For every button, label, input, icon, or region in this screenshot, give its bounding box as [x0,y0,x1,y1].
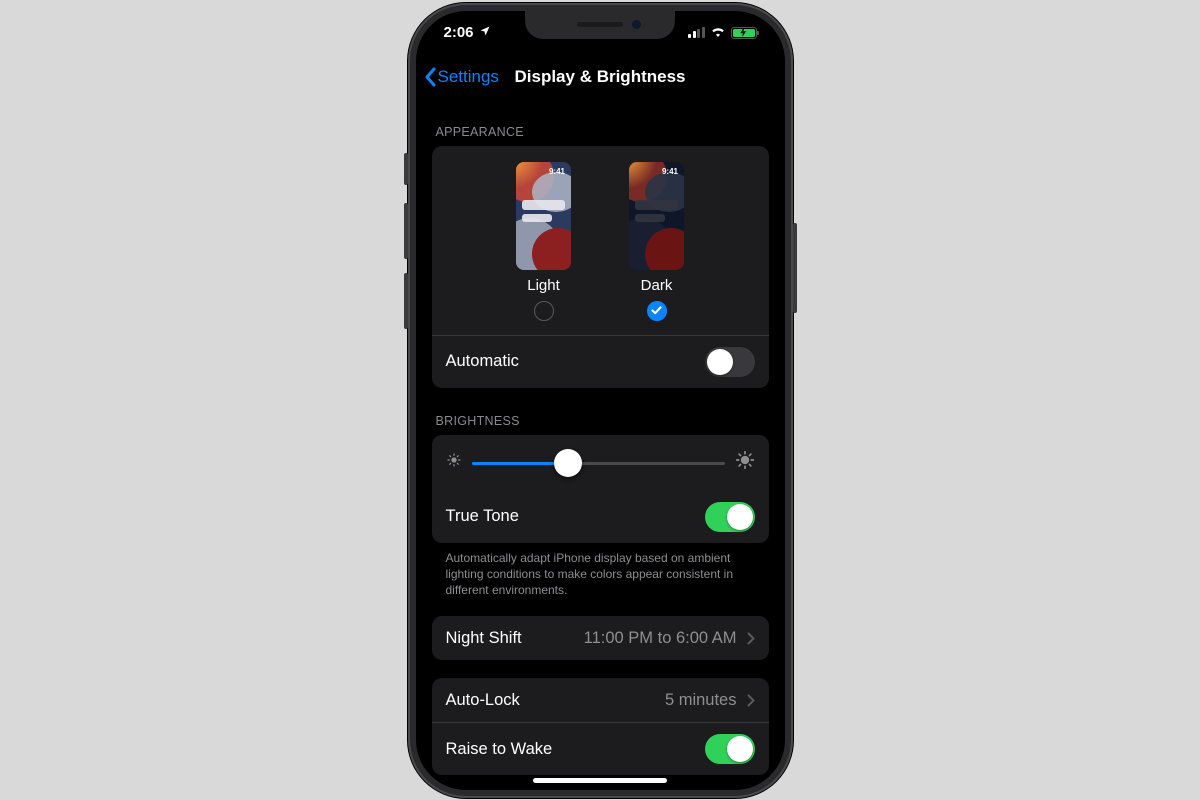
raise-label: Raise to Wake [446,740,553,759]
cellular-icon [688,27,705,38]
chevron-right-icon [747,694,755,707]
autolock-value: 5 minutes [665,691,737,710]
appearance-card: 9:41 Light [432,146,769,388]
page-title: Display & Brightness [515,67,686,87]
dark-preview: 9:41 [629,162,684,270]
light-preview: 9:41 [516,162,571,270]
nav-bar: Settings Display & Brightness [416,55,785,99]
battery-icon [731,27,757,39]
back-label: Settings [438,67,499,87]
light-label: Light [527,277,560,294]
light-radio[interactable] [534,301,554,321]
phone-frame: 2:06 [408,3,793,798]
truetone-label: True Tone [446,507,519,526]
section-header-brightness: BRIGHTNESS [436,414,765,428]
section-header-appearance: APPEARANCE [436,125,765,139]
preview-time: 9:41 [549,167,565,176]
preview-time: 9:41 [662,167,678,176]
nightshift-row[interactable]: Night Shift 11:00 PM to 6:00 AM [432,616,769,660]
automatic-label: Automatic [446,352,519,371]
power-button [793,223,797,313]
screen: 2:06 [416,11,785,790]
appearance-option-dark[interactable]: 9:41 Dark [629,162,684,321]
wifi-icon [710,24,726,41]
sun-min-icon [446,452,462,473]
truetone-note: Automatically adapt iPhone display based… [432,543,769,599]
nightshift-value: 11:00 PM to 6:00 AM [584,629,737,648]
dark-radio[interactable] [647,301,667,321]
brightness-slider[interactable] [472,449,725,477]
raise-row: Raise to Wake [432,722,769,775]
lock-card: Auto-Lock 5 minutes Raise to Wake [432,678,769,775]
home-indicator[interactable] [533,778,667,783]
autolock-row[interactable]: Auto-Lock 5 minutes [432,678,769,722]
volume-down-button [404,273,408,329]
dark-label: Dark [641,277,673,294]
status-time: 2:06 [444,24,474,41]
nightshift-label: Night Shift [446,629,522,648]
chevron-left-icon [424,67,436,87]
truetone-row: True Tone [432,491,769,543]
brightness-card: True Tone [432,435,769,543]
automatic-toggle[interactable] [705,347,755,377]
truetone-toggle[interactable] [705,502,755,532]
automatic-row: Automatic [432,335,769,388]
raise-toggle[interactable] [705,734,755,764]
volume-up-button [404,203,408,259]
back-button[interactable]: Settings [424,55,499,99]
autolock-label: Auto-Lock [446,691,520,710]
appearance-option-light[interactable]: 9:41 Light [516,162,571,321]
sun-max-icon [735,450,755,475]
chevron-right-icon [747,632,755,645]
location-icon [479,24,491,41]
notch [525,11,675,39]
nightshift-card: Night Shift 11:00 PM to 6:00 AM [432,616,769,660]
ringer-switch [404,153,408,185]
content: APPEARANCE [416,99,785,790]
brightness-slider-row [432,435,769,491]
